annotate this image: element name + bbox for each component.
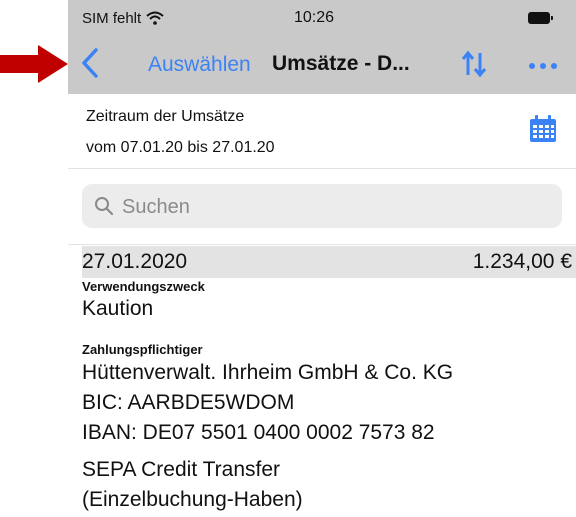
page-title: Umsätze - D... xyxy=(272,52,410,75)
phone-screen: SIM fehlt 10:26 Auswählen Umsätze - D... xyxy=(68,0,576,517)
more-options-icon[interactable] xyxy=(528,62,558,70)
back-chevron-icon[interactable] xyxy=(80,46,100,80)
transaction-type-line2: (Einzelbuchung-Haben) xyxy=(82,488,303,511)
select-button[interactable]: Auswählen xyxy=(148,53,251,77)
status-time: 10:26 xyxy=(294,9,335,26)
transaction-date: 27.01.2020 xyxy=(82,250,188,273)
search-input[interactable]: Suchen xyxy=(82,184,562,228)
payer-bic: BIC: AARBDE5WDOM xyxy=(82,391,295,414)
transaction-type-line1: SEPA Credit Transfer xyxy=(82,458,281,481)
status-bar: SIM fehlt 10:26 xyxy=(68,0,576,30)
carrier-label: SIM fehlt xyxy=(82,10,142,27)
search-icon xyxy=(95,197,114,216)
payer-label: Zahlungspflichtiger xyxy=(82,342,203,357)
battery-icon xyxy=(528,12,554,24)
payer-iban: IBAN: DE07 5501 0400 0002 7573 82 xyxy=(82,421,435,444)
search-placeholder: Suchen xyxy=(122,196,190,218)
calendar-icon[interactable] xyxy=(528,114,558,144)
purpose-label: Verwendungszweck xyxy=(82,279,205,294)
sort-icon[interactable] xyxy=(460,50,488,78)
purpose-value: Kaution xyxy=(82,297,154,320)
search-section: Suchen xyxy=(68,168,576,245)
annotation-arrow-icon xyxy=(0,45,68,83)
transaction-amount: 1.234,00 € xyxy=(472,250,572,273)
period-section: Zeitraum der Umsätze vom 07.01.20 bis 27… xyxy=(68,94,576,169)
top-bar: SIM fehlt 10:26 Auswählen Umsätze - D... xyxy=(68,0,576,94)
period-title: Zeitraum der Umsätze xyxy=(86,108,245,125)
period-range: vom 07.01.20 bis 27.01.20 xyxy=(86,139,275,156)
payer-name: Hüttenverwalt. Ihrheim GmbH & Co. KG xyxy=(82,361,454,384)
wifi-icon xyxy=(146,11,164,25)
navigation-bar: Auswählen Umsätze - D... xyxy=(68,38,576,90)
transaction-header[interactable]: 27.01.2020 1.234,00 € xyxy=(82,246,576,278)
